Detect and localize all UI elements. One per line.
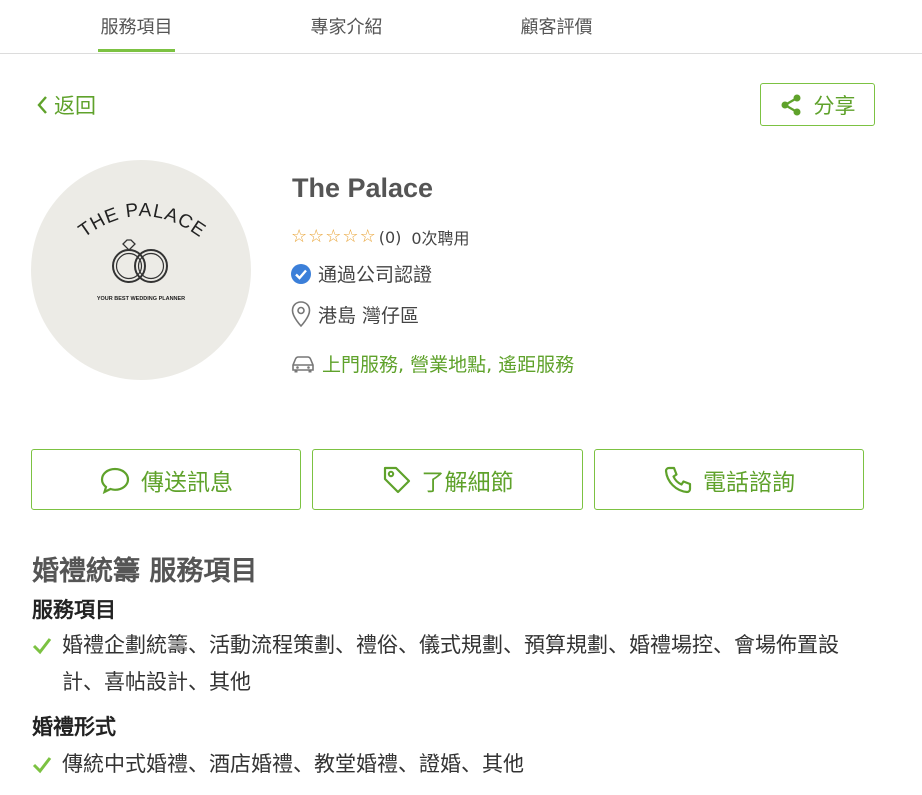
verified-label: 通過公司認證 [318,264,433,286]
service-items-list: 婚禮企劃統籌、活動流程策劃、禮俗、儀式規劃、預算規劃、婚禮場控、會場佈置設計、喜… [32,627,892,701]
chevron-left-icon [37,96,47,114]
star-empty-icon: ☆ [308,226,325,247]
send-message-button[interactable]: 傳送訊息 [31,449,301,510]
back-label: 返回 [54,94,96,118]
share-icon [781,94,800,115]
chat-bubble-icon [100,467,130,494]
learn-details-button[interactable]: 了解細節 [312,449,583,510]
send-message-label: 傳送訊息 [141,469,233,496]
tab-reviews[interactable]: 顧客評價 [518,0,595,52]
back-link[interactable]: 返回 [36,90,96,120]
wedding-style-list: 傳統中式婚禮、酒店婚禮、教堂婚禮、證婚、其他 [32,746,892,795]
phone-inquiry-label: 電話諮詢 [703,469,795,496]
service-modes-row: 上門服務, 營業地點, 遙距服務 [290,350,574,377]
phone-inquiry-button[interactable]: 電話諮詢 [594,449,864,510]
top-tab-bar: 服務項目 專家介紹 顧客評價 [0,0,922,54]
share-label: 分享 [813,93,856,118]
service-items-text: 婚禮企劃統籌、活動流程策劃、禮俗、儀式規劃、預算規劃、婚禮場控、會場佈置設計、喜… [62,633,839,694]
phone-icon [664,466,692,493]
verified-check-icon [291,263,311,284]
car-icon [292,355,314,372]
logo-arc-text: THE PALACE [75,200,209,242]
service-items-heading: 服務項目 [32,598,116,622]
star-empty-icon: ☆ [291,226,308,247]
share-button[interactable]: 分享 [760,83,875,126]
star-empty-icon: ☆ [342,226,359,247]
tab-services[interactable]: 服務項目 [98,0,175,52]
wedding-style-text: 傳統中式婚禮、酒店婚禮、教堂婚禮、證婚、其他 [62,752,524,776]
hire-count: 0次聘用 [411,229,470,248]
star-rating: ☆ ☆ ☆ ☆ ☆ [291,228,377,246]
service-modes-label: 上門服務, 營業地點, 遙距服務 [322,354,575,376]
svg-text:THE PALACE: THE PALACE [75,200,210,242]
rating-row: ☆ ☆ ☆ ☆ ☆ (0) 0次聘用 [291,226,470,249]
wedding-style-heading: 婚禮形式 [32,715,116,739]
palace-logo-graphic: THE PALACE YOUR BEST WEDDING PLANNER [75,200,210,302]
tab-experts-label: 專家介紹 [310,17,383,38]
tab-experts[interactable]: 專家介紹 [308,0,385,52]
location-pin-icon [291,301,311,328]
tab-services-label: 服務項目 [100,17,173,38]
company-logo: THE PALACE YOUR BEST WEDDING PLANNER [31,160,251,380]
learn-details-label: 了解細節 [421,469,514,496]
location-row: 港島 灣仔區 [290,300,419,328]
tag-icon [383,466,410,493]
tab-reviews-label: 顧客評價 [520,17,593,38]
verified-row: 通過公司認證 [290,260,432,287]
logo-tagline: YOUR BEST WEDDING PLANNER [97,296,185,302]
services-section-title: 婚禮統籌 服務項目 [32,556,258,587]
checkmark-icon [32,746,62,795]
star-empty-icon: ☆ [359,226,376,247]
location-label: 港島 灣仔區 [318,304,420,327]
rating-count: (0) [378,227,402,247]
checkmark-icon [32,627,62,676]
provider-name: The Palace [292,173,434,203]
star-empty-icon: ☆ [325,226,342,247]
